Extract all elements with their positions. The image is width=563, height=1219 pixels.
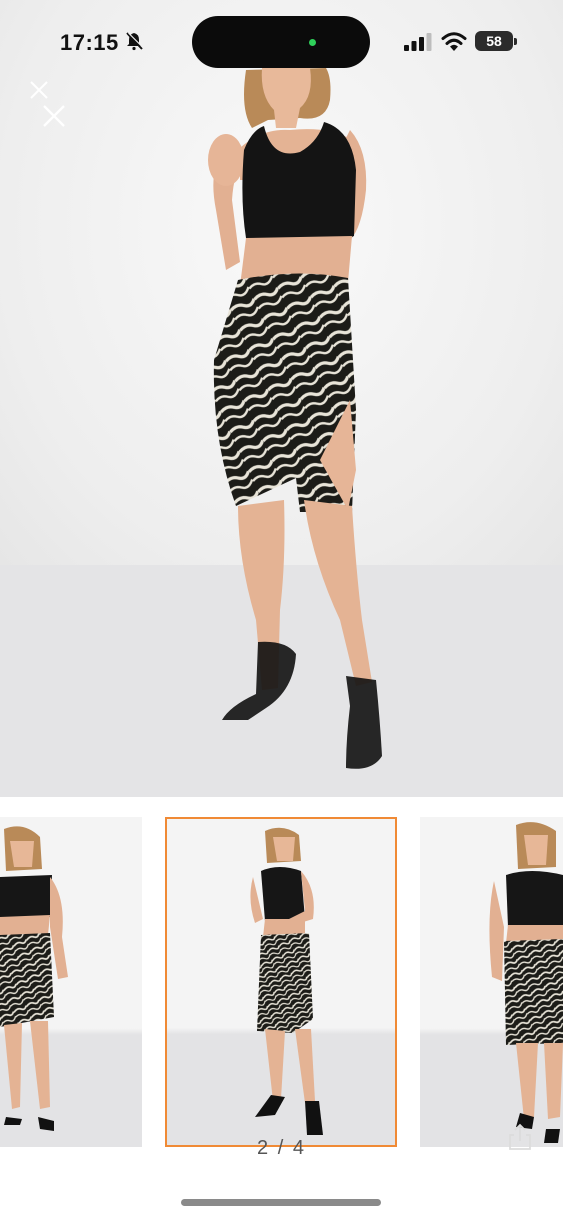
image-counter: 2 / 4 — [257, 1137, 306, 1159]
dynamic-island — [192, 16, 370, 68]
status-bar: 17:15 58 — [0, 0, 563, 85]
signal-icon — [404, 33, 432, 51]
model-figure — [208, 68, 382, 769]
battery-level: 58 — [486, 33, 502, 49]
wifi-icon — [441, 32, 467, 51]
close-icon[interactable] — [29, 80, 49, 100]
status-time: 17:15 — [60, 30, 119, 55]
thumbnail-3[interactable] — [420, 817, 563, 1147]
bell-muted-icon — [126, 32, 144, 51]
close-button[interactable] — [42, 104, 66, 128]
battery-icon: 58 — [475, 31, 513, 51]
thumbnail-1[interactable] — [0, 817, 142, 1147]
camera-indicator-dot — [309, 39, 316, 46]
thumbnail-2-figure — [250, 827, 323, 1135]
battery-tip — [514, 38, 517, 45]
product-main-image[interactable] — [0, 0, 563, 797]
thumbnail-3-figure — [489, 822, 563, 1143]
thumbnail-strip — [0, 797, 563, 1167]
thumbnail-2-selected[interactable] — [165, 817, 397, 1147]
thumbnail-1-figure — [0, 826, 68, 1131]
home-indicator[interactable] — [181, 1199, 381, 1206]
share-icon[interactable] — [508, 1123, 532, 1151]
